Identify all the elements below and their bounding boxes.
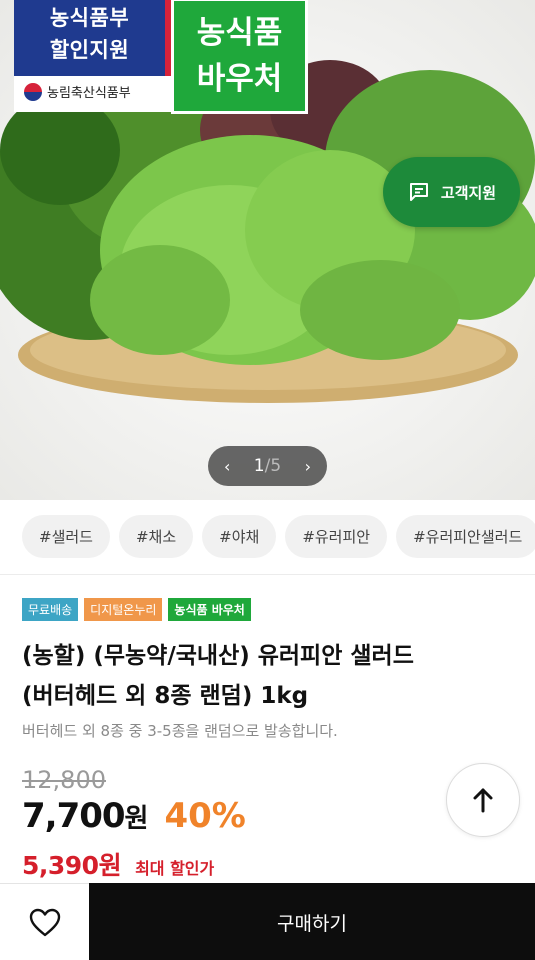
customer-support-label: 고객지원 <box>440 183 497 202</box>
ministry-logo: 농림축산식품부 <box>24 82 131 101</box>
free-shipping-label: 무료배송 <box>22 598 79 621</box>
voucher-badge-line1: 농식품 <box>196 15 283 51</box>
wishlist-button[interactable] <box>0 884 89 960</box>
product-title-line1: (농할) (무농약/국내산) 유러피안 샐러드 <box>22 643 414 669</box>
product-subtitle: 버터헤드 외 8종 중 3-5종을 랜덤으로 발송합니다. <box>22 722 338 740</box>
max-discount-price: 5,390원 <box>22 851 122 880</box>
pager-total: 5 <box>270 456 282 476</box>
pager-current: 1 <box>253 456 265 476</box>
image-pager: ‹ 1/5 › <box>208 446 327 486</box>
product-labels: 무료배송 디지털온누리 농식품 바우처 <box>22 598 251 621</box>
heart-icon <box>29 908 60 936</box>
badge-left-line1: 농식품부 <box>49 6 130 30</box>
buy-button[interactable]: 구매하기 <box>89 883 535 960</box>
product-image-carousel[interactable]: 농식품부 할인지원 농림축산식품부 농식품 바우처 고객지원 ‹ 1/5 › <box>0 0 535 500</box>
ministry-name: 농림축산식품부 <box>47 86 131 101</box>
tag-chip[interactable]: #유러피안 <box>285 515 388 558</box>
price-unit: 원 <box>124 804 149 834</box>
badge-left-line2: 할인지원 <box>49 38 130 62</box>
tag-chip[interactable]: #야채 <box>202 515 277 558</box>
bottom-action-bar: 구매하기 <box>0 883 535 960</box>
chevron-left-icon[interactable]: ‹ <box>224 457 230 476</box>
voucher-label: 농식품 바우처 <box>168 598 251 621</box>
tag-chip[interactable]: #채소 <box>118 515 194 558</box>
sale-price: 7,700 <box>22 796 126 836</box>
voucher-badge-line2: 바우처 <box>196 61 283 97</box>
discount-support-badge: 농식품부 할인지원 농림축산식품부 <box>14 0 172 112</box>
price-row: 7,700원 40% <box>22 796 246 836</box>
max-discount-row: 5,390원 최대 할인가 <box>22 846 214 882</box>
product-title-line2: (버터헤드 외 8종 랜덤) 1kg <box>22 683 309 709</box>
max-discount-label: 최대 할인가 <box>135 859 215 878</box>
original-price: 12,800 <box>22 766 106 794</box>
onnuri-label: 디지털온누리 <box>84 598 163 621</box>
customer-support-button[interactable]: 고객지원 <box>383 157 520 227</box>
scroll-top-button[interactable] <box>446 763 520 837</box>
taeguk-icon <box>24 82 42 101</box>
discount-rate: 40% <box>164 796 246 836</box>
voucher-badge: 농식품 바우처 <box>171 0 308 114</box>
product-title: (농할) (무농약/국내산) 유러피안 샐러드 (버터헤드 외 8종 랜덤) 1… <box>22 636 522 716</box>
tag-list: #샐러드 #채소 #야채 #유러피안 #유러피안샐러드 <box>22 515 535 558</box>
chevron-right-icon[interactable]: › <box>305 457 311 476</box>
tag-chip[interactable]: #유러피안샐러드 <box>396 515 535 558</box>
arrow-up-icon <box>473 788 493 813</box>
chat-icon <box>409 183 428 201</box>
section-divider <box>0 574 535 575</box>
tag-chip[interactable]: #샐러드 <box>22 515 110 558</box>
